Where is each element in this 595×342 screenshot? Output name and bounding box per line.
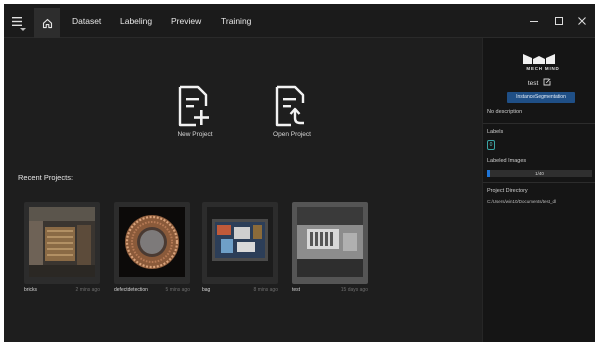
project-directory-title: Project Directory: [487, 188, 528, 194]
new-project-label: New Project: [177, 131, 213, 138]
labels-title: Labels: [487, 129, 504, 135]
tab-preview[interactable]: Preview: [171, 4, 201, 38]
divider: [483, 123, 595, 124]
hamburger-icon: [12, 16, 22, 26]
open-project-icon: [275, 85, 305, 127]
progress-text: 1/40: [535, 171, 544, 176]
project-thumbnail: [29, 207, 95, 277]
menu-dropdown-indicator: [20, 28, 26, 31]
project-thumbnail: [119, 207, 185, 277]
recent-project-card-bag[interactable]: bag 8 mins ago: [202, 202, 278, 293]
label-count-chip: 0: [487, 140, 495, 150]
project-age: 2 mins ago: [75, 287, 100, 293]
labeled-images-title: Labeled Images: [487, 158, 527, 164]
tab-labeling[interactable]: Labeling: [120, 4, 152, 38]
main-menu-button[interactable]: [4, 4, 30, 38]
close-button[interactable]: [569, 4, 595, 38]
minimize-button[interactable]: [521, 4, 547, 38]
current-project-name: test: [527, 80, 539, 87]
project-info-panel: MECH MIND test InstanceSegmentation No d…: [482, 38, 595, 342]
project-age: 15 days ago: [340, 287, 368, 293]
project-name-row: test: [483, 78, 595, 87]
logo-text: MECH MIND: [526, 66, 560, 71]
close-icon: [578, 17, 586, 25]
minimize-icon: [530, 21, 538, 22]
project-directory-path[interactable]: C:/Users/win10/Documents/test_dl: [487, 199, 556, 204]
edit-icon[interactable]: [543, 78, 551, 86]
project-name: bricks: [24, 287, 38, 293]
open-project-button[interactable]: Open Project: [257, 85, 327, 138]
tab-training[interactable]: Training: [221, 4, 251, 38]
labeled-images-progress: 1/40: [487, 170, 592, 177]
app-window: Dataset Labeling Preview Training New Pr…: [4, 4, 595, 342]
project-name: bag: [202, 287, 211, 293]
new-project-icon: [178, 85, 209, 127]
tab-dataset[interactable]: Dataset: [72, 4, 101, 38]
home-main-area: New Project Open Project Recent Projects…: [4, 38, 482, 342]
project-description: No description: [487, 109, 523, 115]
divider: [483, 182, 595, 183]
open-project-label: Open Project: [273, 131, 311, 138]
tab-home[interactable]: [34, 8, 60, 38]
project-age: 8 mins ago: [253, 287, 278, 293]
recent-project-card-test[interactable]: test 15 days ago: [292, 202, 368, 293]
project-age: 5 mins ago: [165, 287, 190, 293]
project-type-badge: InstanceSegmentation: [507, 92, 575, 103]
mech-mind-logo-icon: [523, 54, 555, 64]
title-bar: Dataset Labeling Preview Training: [4, 4, 595, 38]
recent-projects-title: Recent Projects:: [18, 173, 74, 182]
recent-project-card-bricks[interactable]: bricks 2 mins ago: [24, 202, 100, 293]
recent-project-card-defectdetection[interactable]: defectdetection 5 mins ago: [114, 202, 190, 293]
home-icon: [42, 18, 52, 28]
new-project-button[interactable]: New Project: [160, 85, 230, 138]
project-name: test: [292, 287, 301, 293]
maximize-icon: [555, 17, 563, 25]
project-thumbnail: [207, 207, 273, 277]
project-thumbnail: [297, 207, 363, 277]
project-name: defectdetection: [114, 287, 148, 293]
